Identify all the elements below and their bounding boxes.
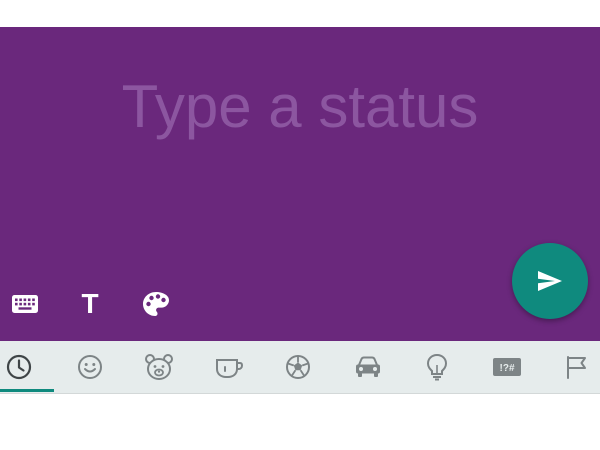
tab-food[interactable]	[201, 341, 257, 393]
selected-tab-indicator	[0, 389, 54, 392]
tab-flags[interactable]	[548, 341, 600, 393]
keyboard-icon	[12, 295, 38, 313]
car-icon	[356, 356, 380, 377]
flag-icon	[567, 356, 586, 379]
background-color-button[interactable]	[139, 289, 173, 319]
soccer-ball-icon	[286, 355, 310, 379]
tab-smileys[interactable]	[62, 341, 118, 393]
tab-animals[interactable]	[131, 341, 187, 393]
emoji-category-bar: !?#	[0, 341, 600, 394]
keyboard-button[interactable]	[8, 289, 42, 319]
text-style-button[interactable]: T	[73, 289, 107, 319]
clock-icon	[6, 354, 32, 380]
send-button[interactable]	[512, 243, 588, 319]
tab-activities[interactable]	[270, 341, 326, 393]
symbols-label: !?#	[500, 363, 515, 374]
bear-icon	[145, 354, 173, 380]
status-composer-screen: Type a status T !?#	[0, 0, 600, 450]
cup-icon	[216, 359, 244, 378]
lightbulb-icon	[426, 353, 448, 381]
smiley-icon	[78, 355, 102, 379]
tab-travel[interactable]	[340, 341, 396, 393]
symbols-icon: !?#	[493, 358, 521, 376]
palette-icon	[143, 292, 169, 316]
send-icon	[538, 271, 562, 291]
tab-objects[interactable]	[409, 341, 465, 393]
status-text-input[interactable]	[0, 72, 600, 141]
tab-symbols[interactable]: !?#	[479, 341, 535, 393]
status-canvas[interactable]: T	[0, 27, 600, 341]
tab-recent[interactable]	[0, 341, 47, 393]
text-style-icon: T	[81, 288, 99, 319]
